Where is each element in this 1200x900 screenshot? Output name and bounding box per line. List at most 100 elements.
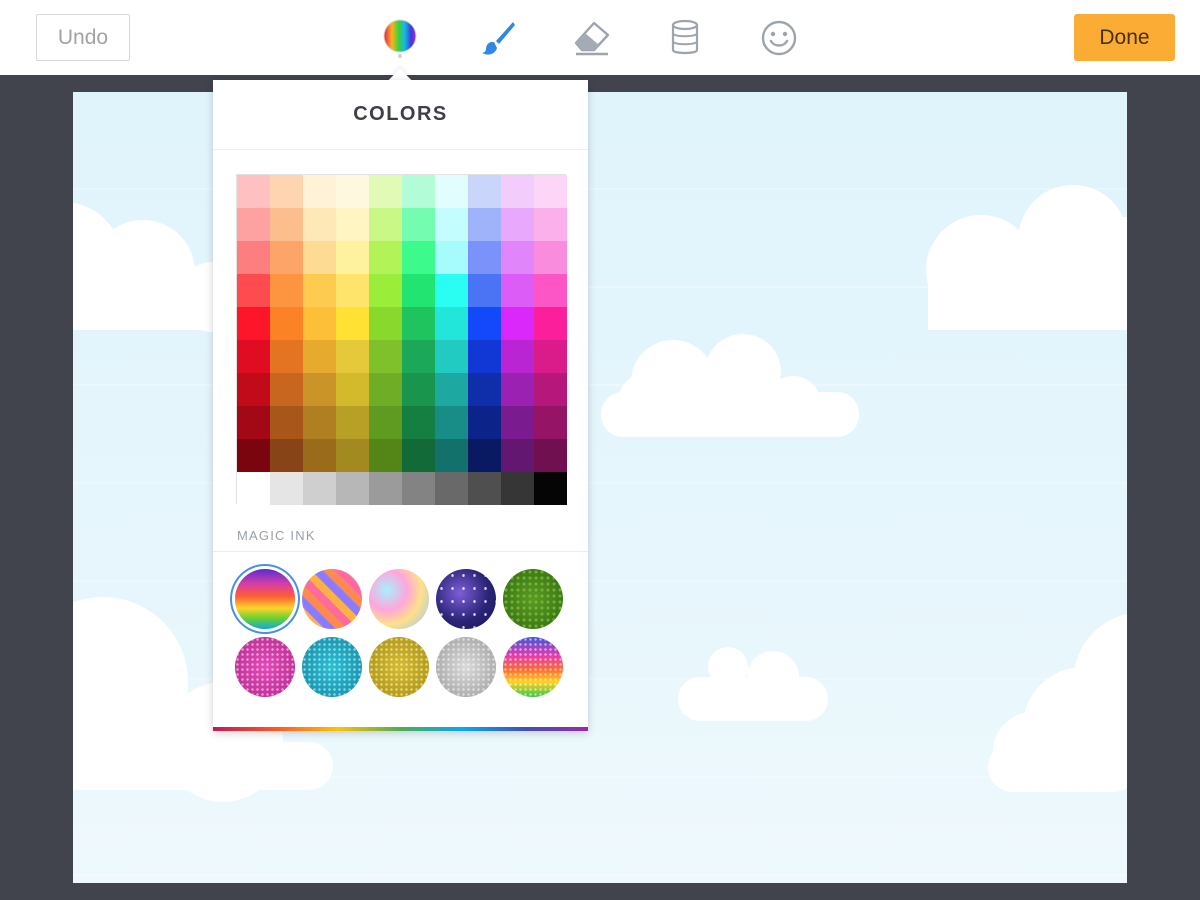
color-swatch[interactable] <box>402 307 435 340</box>
color-swatch[interactable] <box>534 439 567 472</box>
color-swatch[interactable] <box>303 274 336 307</box>
color-swatch[interactable] <box>369 274 402 307</box>
color-swatch[interactable] <box>402 472 435 505</box>
color-swatch[interactable] <box>468 406 501 439</box>
color-swatch[interactable] <box>435 373 468 406</box>
color-swatch[interactable] <box>237 307 270 340</box>
color-swatch[interactable] <box>270 175 303 208</box>
color-swatch[interactable] <box>534 373 567 406</box>
color-swatch[interactable] <box>435 340 468 373</box>
color-swatch[interactable] <box>468 307 501 340</box>
color-swatch[interactable] <box>336 274 369 307</box>
color-swatch[interactable] <box>336 208 369 241</box>
color-swatch[interactable] <box>402 274 435 307</box>
color-swatch[interactable] <box>303 472 336 505</box>
color-swatch[interactable] <box>402 373 435 406</box>
color-swatch[interactable] <box>303 208 336 241</box>
bucket-tool-button[interactable] <box>665 18 705 58</box>
magic-ink-grass[interactable] <box>503 569 563 629</box>
color-swatch[interactable] <box>270 307 303 340</box>
color-swatch[interactable] <box>336 340 369 373</box>
color-swatch[interactable] <box>468 439 501 472</box>
color-swatch[interactable] <box>534 274 567 307</box>
color-swatch[interactable] <box>237 439 270 472</box>
eraser-tool-button[interactable] <box>572 18 612 58</box>
color-swatch[interactable] <box>435 208 468 241</box>
color-swatch[interactable] <box>534 307 567 340</box>
color-swatch[interactable] <box>369 307 402 340</box>
color-swatch[interactable] <box>303 340 336 373</box>
color-swatch[interactable] <box>270 373 303 406</box>
done-button[interactable]: Done <box>1074 14 1175 61</box>
color-swatch[interactable] <box>468 208 501 241</box>
magic-ink-pink-glitter[interactable] <box>235 637 295 697</box>
color-swatch[interactable] <box>501 373 534 406</box>
color-swatch[interactable] <box>270 340 303 373</box>
color-swatch[interactable] <box>402 208 435 241</box>
color-swatch[interactable] <box>336 175 369 208</box>
color-swatch[interactable] <box>270 274 303 307</box>
color-swatch[interactable] <box>336 472 369 505</box>
sticker-tool-button[interactable] <box>759 18 799 58</box>
color-swatch[interactable] <box>336 373 369 406</box>
color-swatch[interactable] <box>534 175 567 208</box>
magic-ink-silver-glitter[interactable] <box>436 637 496 697</box>
color-swatch[interactable] <box>435 439 468 472</box>
color-swatch[interactable] <box>303 439 336 472</box>
color-swatch[interactable] <box>270 208 303 241</box>
color-swatch[interactable] <box>501 175 534 208</box>
color-swatch[interactable] <box>534 208 567 241</box>
color-swatch[interactable] <box>336 241 369 274</box>
magic-ink-rainbow-stripes[interactable] <box>235 569 295 629</box>
color-swatch[interactable] <box>501 406 534 439</box>
color-swatch[interactable] <box>468 241 501 274</box>
magic-ink-gold-glitter[interactable] <box>369 637 429 697</box>
color-swatch[interactable] <box>402 175 435 208</box>
color-swatch[interactable] <box>534 340 567 373</box>
color-swatch[interactable] <box>402 340 435 373</box>
color-swatch[interactable] <box>402 439 435 472</box>
color-swatch[interactable] <box>270 472 303 505</box>
color-swatch[interactable] <box>237 406 270 439</box>
color-swatch[interactable] <box>501 307 534 340</box>
color-swatch[interactable] <box>303 307 336 340</box>
undo-button[interactable]: Undo <box>36 14 130 61</box>
color-swatch[interactable] <box>336 406 369 439</box>
magic-ink-diagonal-candy[interactable] <box>302 569 362 629</box>
color-swatch[interactable] <box>369 439 402 472</box>
color-swatch[interactable] <box>369 241 402 274</box>
color-swatch[interactable] <box>468 274 501 307</box>
color-swatch[interactable] <box>468 472 501 505</box>
color-swatch[interactable] <box>501 274 534 307</box>
color-swatch[interactable] <box>369 373 402 406</box>
brush-tool-button[interactable] <box>478 18 518 58</box>
color-swatch[interactable] <box>303 241 336 274</box>
magic-ink-holographic[interactable] <box>369 569 429 629</box>
color-swatch[interactable] <box>468 175 501 208</box>
color-swatch[interactable] <box>501 340 534 373</box>
color-swatch[interactable] <box>435 241 468 274</box>
magic-ink-rainbow-glitter[interactable] <box>503 637 563 697</box>
color-swatch[interactable] <box>369 406 402 439</box>
color-swatch[interactable] <box>435 307 468 340</box>
magic-ink-galaxy[interactable] <box>436 569 496 629</box>
color-swatch[interactable] <box>501 439 534 472</box>
color-swatch[interactable] <box>402 241 435 274</box>
color-swatch[interactable] <box>237 274 270 307</box>
color-swatch[interactable] <box>237 208 270 241</box>
color-swatch[interactable] <box>303 373 336 406</box>
color-swatch[interactable] <box>468 373 501 406</box>
color-swatch[interactable] <box>237 373 270 406</box>
color-swatch[interactable] <box>435 175 468 208</box>
color-swatch[interactable] <box>270 241 303 274</box>
color-swatch[interactable] <box>336 307 369 340</box>
color-swatch[interactable] <box>534 406 567 439</box>
color-swatch[interactable] <box>402 406 435 439</box>
color-swatch[interactable] <box>237 340 270 373</box>
color-swatch[interactable] <box>369 340 402 373</box>
color-swatch[interactable] <box>534 241 567 274</box>
magic-ink-cyan-glitter[interactable] <box>302 637 362 697</box>
color-swatch[interactable] <box>270 439 303 472</box>
color-swatch[interactable] <box>369 208 402 241</box>
color-swatch[interactable] <box>501 208 534 241</box>
